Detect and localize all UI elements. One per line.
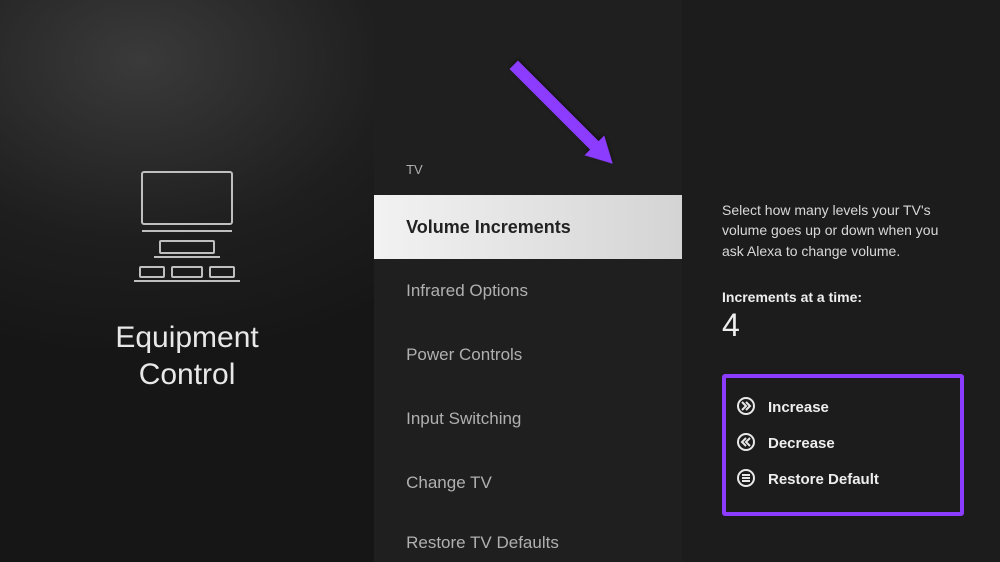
menu-item-label: Input Switching: [406, 409, 521, 429]
detail-panel: Select how many levels your TV's volume …: [682, 0, 1000, 562]
menu-icon: [736, 468, 756, 492]
section-title-line2: Control: [139, 358, 236, 391]
menu-header: TV: [374, 162, 682, 177]
menu-item-label: Change TV: [406, 473, 492, 493]
menu-item-input-switching[interactable]: Input Switching: [374, 387, 682, 451]
menu-item-power-controls[interactable]: Power Controls: [374, 323, 682, 387]
menu-item-change-tv[interactable]: Change TV: [374, 451, 682, 515]
actions-highlight-box: Increase Decrease Restore Default: [722, 374, 964, 516]
menu-item-label: Infrared Options: [406, 281, 528, 301]
restore-default-button[interactable]: Restore Default: [736, 462, 950, 498]
action-label: Decrease: [768, 435, 835, 452]
left-panel: Equipment Control: [0, 0, 374, 562]
menu-item-infrared-options[interactable]: Infrared Options: [374, 259, 682, 323]
menu-panel: TV Volume Increments Infrared Options Po…: [374, 0, 682, 562]
section-title: Equipment Control: [115, 319, 258, 394]
description-text: Select how many levels your TV's volume …: [722, 200, 952, 261]
menu-item-label: Restore TV Defaults: [406, 533, 559, 553]
increase-button[interactable]: Increase: [736, 390, 950, 426]
action-label: Increase: [768, 399, 829, 416]
section-title-line1: Equipment: [115, 321, 258, 354]
equipment-icon: [132, 169, 242, 289]
fast-forward-icon: [736, 396, 756, 420]
menu-item-label: Volume Increments: [406, 217, 571, 238]
menu-item-label: Power Controls: [406, 345, 522, 365]
rewind-icon: [736, 432, 756, 456]
increments-value: 4: [722, 307, 964, 344]
action-label: Restore Default: [768, 471, 879, 488]
menu-item-volume-increments[interactable]: Volume Increments: [374, 195, 682, 259]
decrease-button[interactable]: Decrease: [736, 426, 950, 462]
menu-item-restore-tv-defaults[interactable]: Restore TV Defaults: [374, 515, 682, 555]
increments-label: Increments at a time:: [722, 289, 964, 305]
